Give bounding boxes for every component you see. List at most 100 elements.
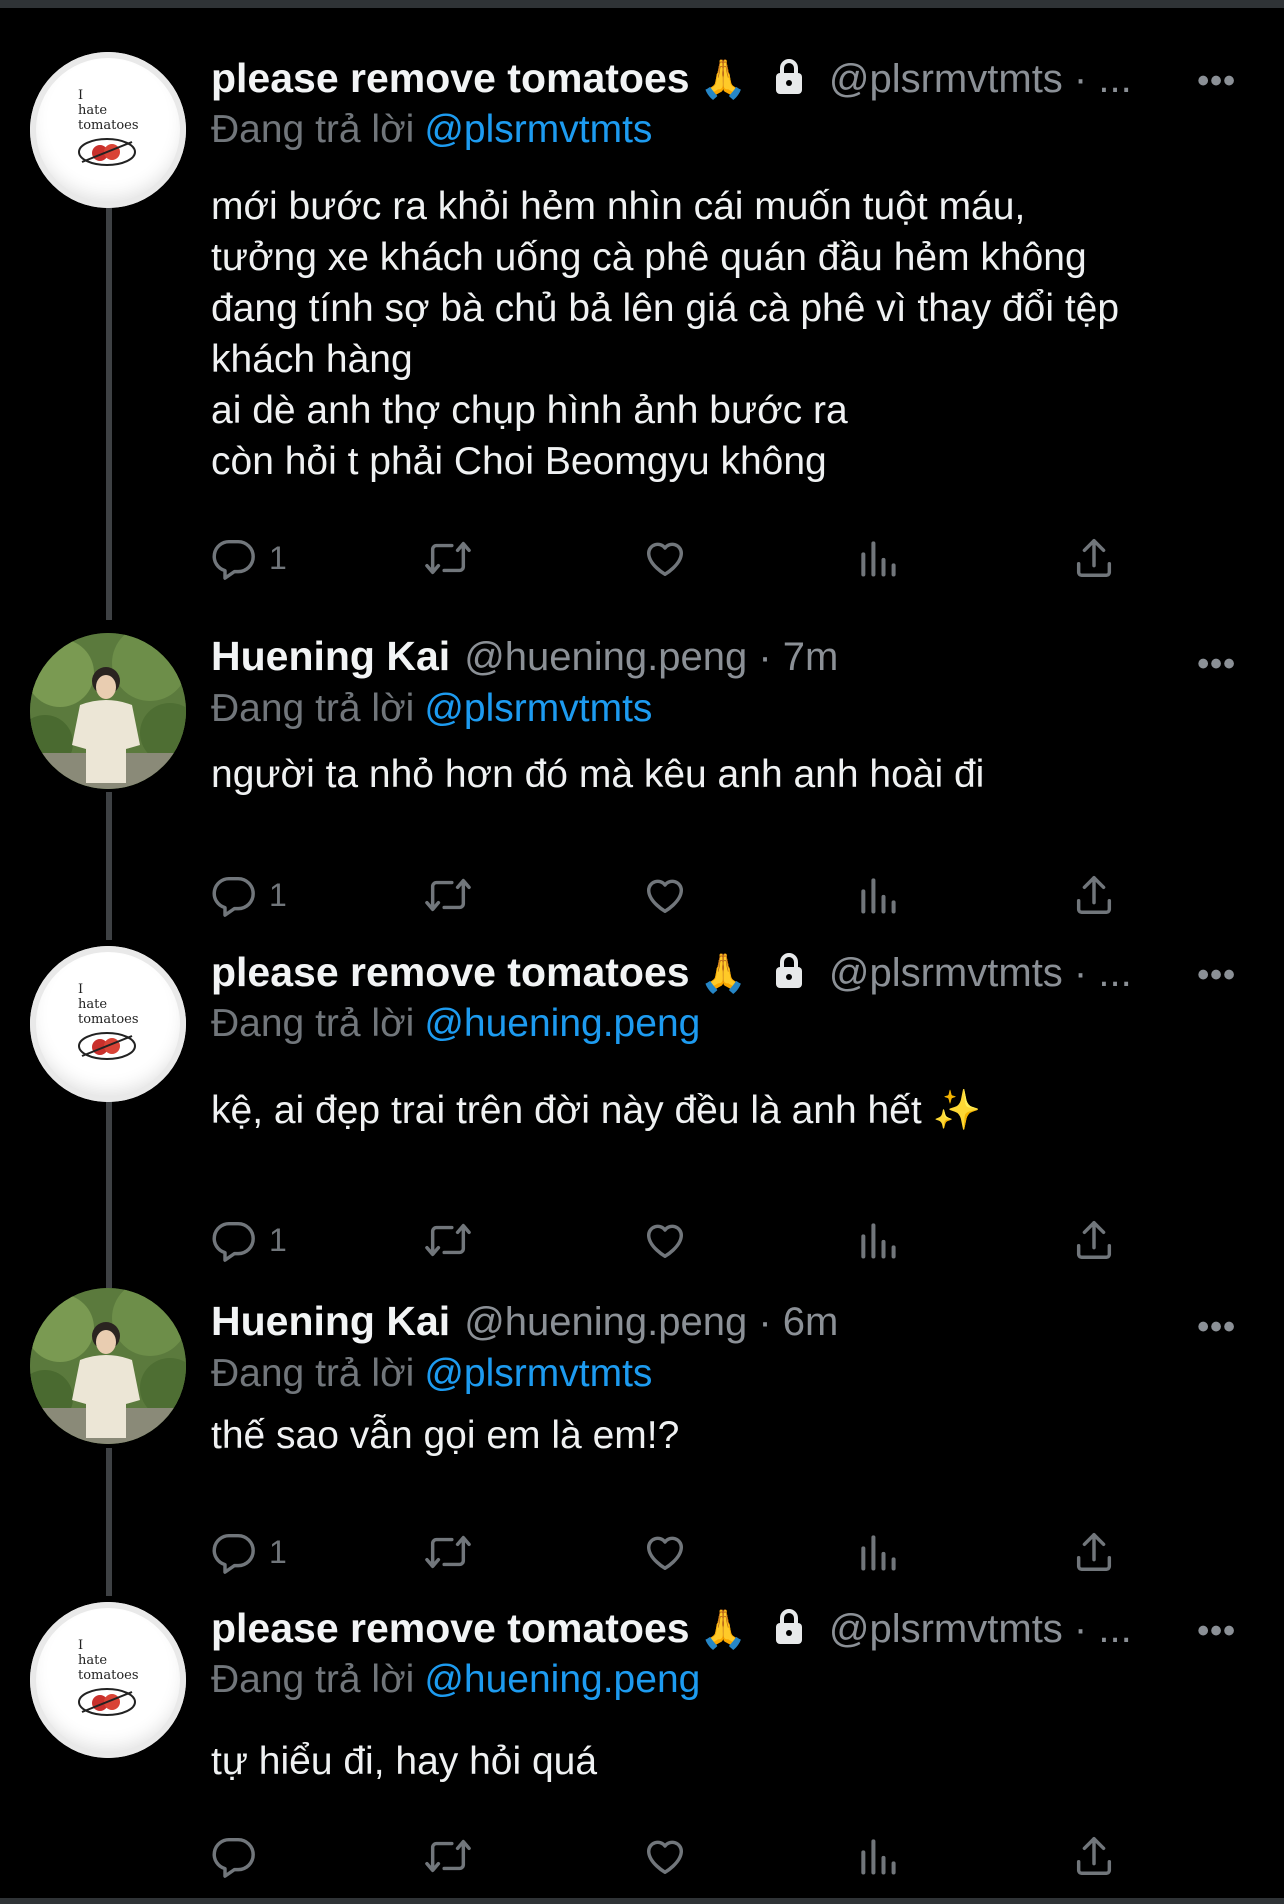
author-handle[interactable]: @plsrmvtmts · ... [829, 951, 1132, 996]
more-options-button[interactable]: ••• [1197, 645, 1236, 684]
share-icon [1076, 1533, 1112, 1571]
thread-line [106, 1448, 112, 1596]
reply-button[interactable]: 1 [211, 867, 287, 923]
avatar[interactable]: Ihate tomatoes [30, 1602, 186, 1758]
share-icon [1076, 539, 1112, 577]
tweet-header: Huening Kai @huening.peng · 6m [211, 1298, 1241, 1358]
no-tomato-icon [78, 1032, 136, 1060]
reply-button[interactable]: 1 [211, 1212, 287, 1268]
share-button[interactable] [1071, 530, 1117, 586]
reply-icon [212, 1533, 255, 1574]
mention-link[interactable]: @huening.peng [424, 1002, 700, 1045]
more-options-button[interactable]: ••• [1197, 62, 1236, 101]
folded-hands-emoji: 🙏 [699, 59, 747, 101]
tweet-text: mới bước ra khỏi hẻm nhìn cái muốn tuột … [211, 185, 1120, 483]
views-button[interactable] [856, 1212, 900, 1268]
mention-link[interactable]: @plsrmvtmts [424, 687, 652, 730]
share-icon [1076, 1837, 1112, 1875]
mention-link[interactable]: @plsrmvtmts [424, 1352, 652, 1395]
retweet-button[interactable] [423, 1212, 473, 1268]
retweet-button[interactable] [423, 1524, 473, 1580]
reply-button[interactable] [211, 1828, 269, 1884]
lock-icon [769, 1606, 809, 1651]
retweet-button[interactable] [423, 1828, 473, 1884]
like-button[interactable] [641, 867, 689, 923]
more-options-button[interactable]: ••• [1197, 1308, 1236, 1347]
action-bar: 1 [211, 1212, 1151, 1268]
share-button[interactable] [1071, 1524, 1117, 1580]
author-name[interactable]: please remove tomatoes [211, 1605, 690, 1652]
profile-photo [30, 633, 186, 789]
more-options-button[interactable]: ••• [1197, 1612, 1236, 1651]
replying-label: Đang trả lời [211, 1352, 415, 1395]
avatar[interactable] [30, 1288, 186, 1444]
author-handle[interactable]: @plsrmvtmts · ... [829, 1607, 1132, 1652]
author-handle[interactable]: @huening.peng · 7m [464, 635, 838, 680]
replying-label: Đang trả lời [211, 1658, 415, 1701]
views-button[interactable] [856, 867, 900, 923]
reply-count: 1 [269, 539, 287, 576]
tweet-header: Huening Kai @huening.peng · 7m [211, 633, 1241, 693]
heart-icon [646, 1840, 684, 1875]
author-handle[interactable]: @plsrmvtmts · ... [829, 57, 1132, 102]
action-bar: 1 [211, 530, 1151, 586]
replying-to: Đang trả lời @huening.peng [211, 1658, 700, 1702]
share-button[interactable] [1071, 867, 1117, 923]
views-button[interactable] [856, 530, 900, 586]
retweet-icon [425, 1839, 471, 1873]
avatar[interactable]: Ihate tomatoes [30, 52, 186, 208]
reply-count: 1 [269, 1533, 287, 1570]
share-icon [1076, 876, 1112, 914]
reply-icon [212, 1221, 255, 1262]
tweet-text: kệ, ai đẹp trai trên đời này đều là anh … [211, 1089, 982, 1132]
views-icon [861, 1839, 896, 1875]
share-icon [1076, 1221, 1112, 1259]
views-icon [861, 1535, 896, 1571]
folded-hands-emoji: 🙏 [699, 1609, 747, 1651]
retweet-icon [425, 541, 471, 575]
avatar[interactable]: Ihate tomatoes [30, 946, 186, 1102]
reply-button[interactable]: 1 [211, 530, 287, 586]
author-name[interactable]: please remove tomatoes [211, 55, 690, 102]
thread-line [106, 1100, 112, 1288]
more-options-button[interactable]: ••• [1197, 956, 1236, 995]
replying-to: Đang trả lời @plsrmvtmts [211, 687, 652, 731]
like-button[interactable] [641, 1828, 689, 1884]
like-button[interactable] [641, 1524, 689, 1580]
author-name[interactable]: Huening Kai [211, 1298, 450, 1345]
bottom-divider [0, 1898, 1284, 1904]
tweet-text: người ta nhỏ hơn đó mà kêu anh anh hoài … [211, 753, 985, 796]
replying-label: Đang trả lời [211, 687, 415, 730]
reply-icon [212, 876, 255, 917]
action-bar: 1 [211, 1524, 1151, 1580]
share-button[interactable] [1071, 1828, 1117, 1884]
heart-icon [646, 879, 684, 914]
share-button[interactable] [1071, 1212, 1117, 1268]
retweet-icon [425, 1535, 471, 1569]
views-button[interactable] [856, 1524, 900, 1580]
mention-link[interactable]: @huening.peng [424, 1658, 700, 1701]
tweet-header: please remove tomatoes 🙏 @plsrmvtmts · .… [211, 946, 1241, 1006]
heart-icon [646, 1224, 684, 1259]
avatar-logo-text: Ihate tomatoes [78, 1638, 139, 1683]
retweet-button[interactable] [423, 530, 473, 586]
thread-line [106, 208, 112, 620]
reply-button[interactable]: 1 [211, 1524, 287, 1580]
lock-icon [769, 950, 809, 995]
views-icon [861, 878, 896, 914]
action-bar [211, 1828, 1151, 1884]
like-button[interactable] [641, 1212, 689, 1268]
reply-icon [212, 539, 255, 580]
like-button[interactable] [641, 530, 689, 586]
author-name[interactable]: please remove tomatoes [211, 949, 690, 996]
retweet-button[interactable] [423, 867, 473, 923]
tweet-header: please remove tomatoes 🙏 @plsrmvtmts · .… [211, 52, 1241, 112]
replying-to: Đang trả lời @huening.peng [211, 1002, 700, 1046]
top-divider [0, 0, 1284, 8]
tweet-header: please remove tomatoes 🙏 @plsrmvtmts · .… [211, 1602, 1241, 1662]
author-name[interactable]: Huening Kai [211, 633, 450, 680]
avatar[interactable] [30, 633, 186, 789]
author-handle[interactable]: @huening.peng · 6m [464, 1300, 838, 1345]
views-button[interactable] [856, 1828, 900, 1884]
mention-link[interactable]: @plsrmvtmts [424, 108, 652, 151]
